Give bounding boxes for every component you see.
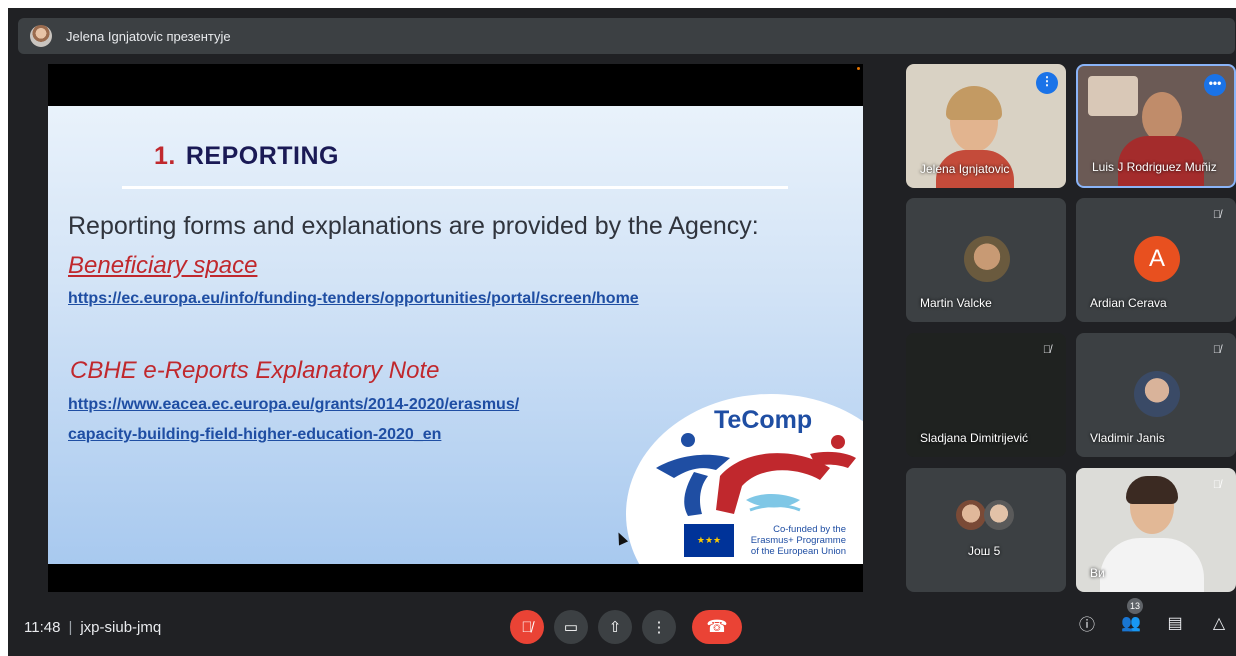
participant-name: Martin Valcke (920, 296, 992, 310)
speaking-indicator-icon: ⋮ (1036, 72, 1058, 94)
more-options-button[interactable]: ⋮ (642, 610, 676, 644)
camera-toggle-button[interactable]: ▭ (554, 610, 588, 644)
slide-divider (122, 186, 788, 189)
slide-title-text: REPORTING (185, 142, 339, 170)
portal-link: https://ec.europa.eu/info/funding-tender… (68, 290, 639, 307)
cofund-line-1: Co-funded by the (773, 524, 846, 535)
clock-time: 11:48 (24, 619, 61, 636)
participant-hair (946, 86, 1002, 120)
mouse-cursor-icon (613, 530, 629, 546)
mic-off-icon: 🎙̸ (1042, 344, 1052, 356)
meeting-details: 11:48 | jxp-siub-jmq (24, 619, 161, 636)
more-participants-tile[interactable]: Још 5 (906, 468, 1066, 592)
camera-icon: ▭ (563, 619, 579, 636)
people-button[interactable]: 13 👥 (1120, 598, 1143, 634)
mic-off-icon: 🎙̸ (1212, 479, 1222, 491)
participant-background (1088, 76, 1138, 116)
participant-name: Luis J Rodriguez Muñiz (1092, 160, 1217, 174)
leave-call-button[interactable]: ☎ (692, 610, 742, 644)
participant-tile[interactable]: 🎙̸ A Ardian Cerava (1076, 198, 1236, 322)
presenter-avatar (30, 25, 52, 47)
participant-avatar (964, 236, 1010, 282)
meeting-info-button[interactable]: ⓘ (1076, 612, 1098, 634)
participant-video (1142, 92, 1182, 142)
tecomp-logo-text: TeComp (714, 406, 813, 434)
beneficiary-space-heading: Beneficiary space (68, 252, 258, 279)
self-name: Ви (1090, 566, 1105, 580)
self-shirt (1100, 538, 1204, 592)
present-screen-button[interactable]: ⇧ (598, 610, 632, 644)
slide-title-number: 1. (154, 142, 176, 170)
microphone-toggle-button[interactable]: 🎙̸ (510, 610, 544, 644)
tecomp-logo-icon (656, 433, 856, 516)
cbhe-heading: CBHE e-Reports Explanatory Note (70, 357, 440, 384)
mic-off-icon: 🎙̸ (1212, 209, 1222, 221)
presenter-bar[interactable]: Jelena Ignjatovic презентује (18, 18, 1235, 54)
presenter-label: Jelena Ignjatovic презентује (66, 28, 231, 44)
cofund-line-2: Erasmus+ Programme (750, 535, 846, 546)
participant-avatar (984, 500, 1014, 530)
participant-tile[interactable]: ••• Luis J Rodriguez Muñiz (1076, 64, 1236, 188)
shared-screen: 1. REPORTING Reporting forms and explanat… (48, 64, 863, 592)
participant-name: Ardian Cerava (1090, 296, 1167, 310)
chat-button[interactable]: ▤ (1164, 612, 1186, 634)
cofund-line-3: of the European Union (750, 546, 846, 557)
present-icon: ⇧ (608, 619, 622, 636)
more-vert-icon: ⋮ (651, 619, 667, 636)
cofund-text: Co-funded by the Erasmus+ Programme of t… (738, 524, 846, 557)
meet-window: Jelena Ignjatovic презентује 1. REPORTING… (8, 8, 1236, 656)
mic-off-icon: 🎙̸ (521, 618, 533, 636)
slide-title: 1. REPORTING (154, 142, 339, 171)
participant-name: Sladjana Dimitrijević (920, 431, 1029, 445)
activities-button[interactable]: △ (1208, 612, 1230, 634)
call-controls: 🎙̸ ▭ ⇧ ⋮ ☎ (510, 610, 742, 644)
activities-icon: △ (1212, 615, 1226, 632)
participant-name: Jelena Ignjatovic (920, 162, 1010, 176)
more-participants-label: Још 5 (968, 544, 1001, 558)
meeting-code: jxp-siub-jmq (80, 619, 162, 636)
eacea-link-line2: capacity-building-field-higher-education… (68, 426, 442, 443)
people-icon: 👥 (1121, 615, 1141, 632)
self-hair (1126, 476, 1178, 504)
more-options-icon[interactable]: ••• (1204, 74, 1226, 96)
mic-off-icon: 🎙̸ (1212, 344, 1222, 356)
participant-tile[interactable]: 🎙̸ Sladjana Dimitrijević (906, 333, 1066, 457)
participant-avatar (956, 500, 986, 530)
people-count-badge: 13 (1127, 598, 1143, 614)
side-controls: ⓘ 13 👥 ▤ △ (1076, 598, 1230, 634)
hangup-icon: ☎ (706, 617, 728, 636)
eacea-link-line1: https://www.eacea.ec.europa.eu/grants/20… (68, 396, 520, 413)
participant-name: Vladimir Janis (1090, 431, 1165, 445)
participant-tile[interactable]: ⋮ Jelena Ignjatovic (906, 64, 1066, 188)
separator: | (68, 619, 73, 636)
slide-intro-text: Reporting forms and explanations are pro… (68, 212, 759, 240)
slide-content: 1. REPORTING Reporting forms and explanat… (48, 106, 863, 564)
chat-icon: ▤ (1167, 615, 1183, 632)
info-icon: ⓘ (1078, 617, 1095, 634)
participant-tile[interactable]: 🎙̸ Vladimir Janis (1076, 333, 1236, 457)
eu-flag-icon: ★★★ (684, 524, 734, 557)
participant-avatar (1134, 371, 1180, 417)
presenting-indicator (857, 67, 860, 70)
participant-avatar: A (1134, 236, 1180, 282)
self-view-tile[interactable]: 🎙̸ Ви (1076, 468, 1236, 592)
participant-tile[interactable]: Martin Valcke (906, 198, 1066, 322)
